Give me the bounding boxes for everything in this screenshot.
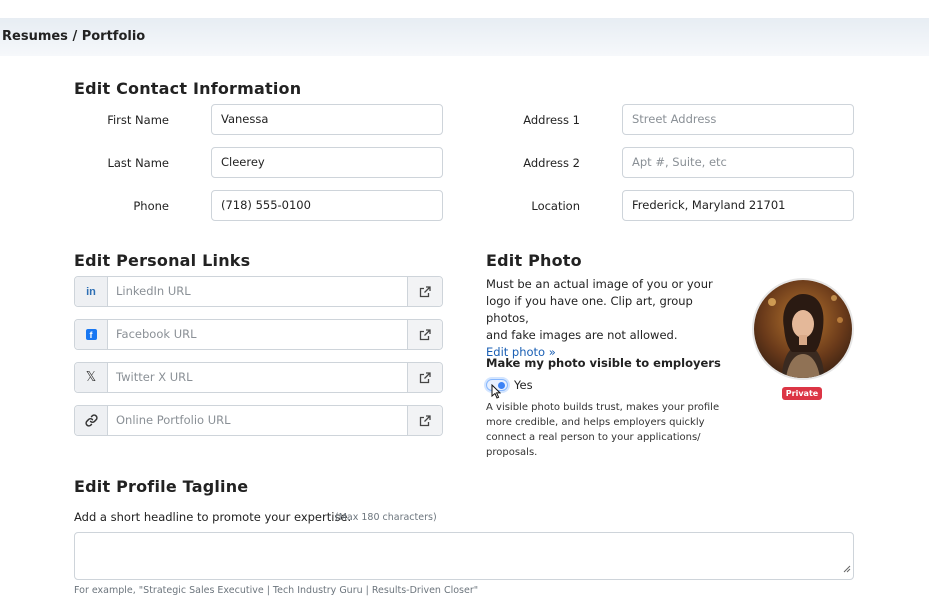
breadcrumb-bar: Resumes / Portfolio: [0, 18, 929, 56]
photo-heading: Edit Photo: [486, 251, 582, 270]
photo-visibility-note: A visible photo builds trust, makes your…: [486, 400, 726, 460]
phone-input[interactable]: (718) 555-0100: [211, 190, 443, 221]
tagline-limit: (Max 180 characters): [335, 512, 437, 523]
photo-description: Must be an actual image of you or your l…: [486, 276, 736, 361]
profile-photo[interactable]: [752, 278, 854, 380]
toggle-label: Yes: [514, 378, 533, 392]
first-name-label: First Name: [107, 113, 169, 127]
photo-description-line: logo if you have one. Clip art, group ph…: [486, 294, 693, 325]
location-label: Location: [531, 199, 580, 213]
location-input[interactable]: Frederick, Maryland 21701: [622, 190, 854, 221]
x-twitter-icon: 𝕏: [75, 363, 108, 392]
phone-label: Phone: [133, 199, 169, 213]
resize-handle-icon[interactable]: [843, 558, 851, 577]
link-icon: [75, 406, 108, 435]
photo-description-line: Must be an actual image of you or your: [486, 277, 713, 291]
note-line: proposals.: [486, 447, 538, 458]
address2-label: Address 2: [523, 156, 580, 170]
external-link-icon[interactable]: [407, 277, 442, 306]
address2-input[interactable]: Apt #, Suite, etc: [622, 147, 854, 178]
tagline-textarea[interactable]: [74, 532, 854, 580]
address1-input[interactable]: Street Address: [622, 104, 854, 135]
note-line: more credible, and helps employers quick…: [486, 417, 705, 428]
photo-visibility-label: Make my photo visible to employers: [486, 356, 721, 370]
top-nav-bar: [0, 0, 929, 19]
breadcrumb: Resumes / Portfolio: [2, 29, 146, 44]
note-line: A visible photo builds trust, makes your…: [486, 402, 720, 413]
tagline-example: For example, "Strategic Sales Executive …: [74, 585, 479, 596]
portfolio-url-group: Online Portfolio URL: [74, 405, 443, 436]
external-link-icon[interactable]: [407, 363, 442, 392]
facebook-url-input[interactable]: Facebook URL: [108, 320, 407, 349]
linkedin-url-input[interactable]: LinkedIn URL: [108, 277, 407, 306]
first-name-input[interactable]: Vanessa: [211, 104, 443, 135]
contact-heading: Edit Contact Information: [74, 79, 302, 98]
linkedin-icon: in: [75, 277, 108, 306]
external-link-icon[interactable]: [407, 320, 442, 349]
note-line: connect a real person to your applicatio…: [486, 432, 701, 443]
links-heading: Edit Personal Links: [74, 251, 251, 270]
private-badge: Private: [782, 387, 822, 400]
last-name-input[interactable]: Cleerey: [211, 147, 443, 178]
tagline-heading: Edit Profile Tagline: [74, 477, 249, 496]
tagline-prompt: Add a short headline to promote your exp…: [74, 510, 352, 524]
twitter-url-input[interactable]: Twitter X URL: [108, 363, 407, 392]
linkedin-url-group: in LinkedIn URL: [74, 276, 443, 307]
photo-description-line: and fake images are not allowed.: [486, 328, 678, 342]
external-link-icon[interactable]: [407, 406, 442, 435]
facebook-icon: f: [75, 320, 108, 349]
last-name-label: Last Name: [107, 156, 169, 170]
twitter-url-group: 𝕏 Twitter X URL: [74, 362, 443, 393]
facebook-url-group: f Facebook URL: [74, 319, 443, 350]
address1-label: Address 1: [523, 113, 580, 127]
portfolio-url-input[interactable]: Online Portfolio URL: [108, 406, 407, 435]
